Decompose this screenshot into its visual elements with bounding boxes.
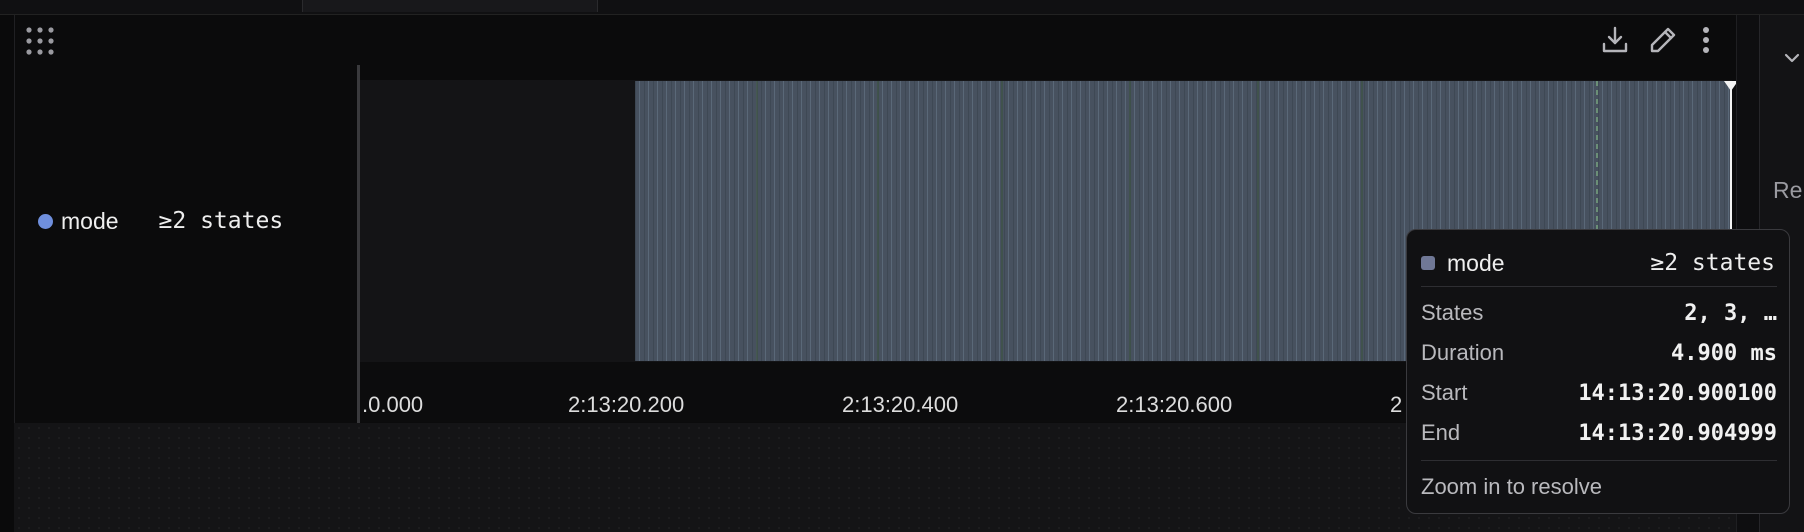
axis-tick-label: 2 [1390,392,1403,417]
tooltip-divider [1421,286,1777,287]
axis-tick-label: 2:13:20.200 [568,392,685,417]
tooltip-key: Start [1421,380,1468,405]
tooltip-value: 4.900 ms [1671,340,1777,366]
tooltip-key: States [1421,300,1484,325]
tooltip-row: States 2, 3, … [1421,298,1777,328]
hover-tooltip: mode ≥2 states States 2, 3, … Duration 4… [1406,229,1790,514]
tooltip-row: Duration 4.900 ms [1421,338,1777,368]
tooltip-value: 2, 3, … [1684,300,1777,326]
tooltip-value: 14:13:20.904999 [1578,420,1777,446]
tooltip-swatch [1421,256,1435,270]
tooltip-states-label: ≥2 states [1650,250,1775,276]
tooltip-row: Start 14:13:20.900100 [1421,378,1777,408]
right-panel-heading: Re [1773,177,1803,203]
axis-tick-label: .0.000 [362,392,424,417]
tooltip-header: mode ≥2 states [1421,246,1775,280]
chevron-down-icon[interactable] [1783,51,1801,65]
axis-tick-label: 2:13:20.400 [842,392,959,417]
tooltip-row: End 14:13:20.904999 [1421,418,1777,448]
tooltip-value: 14:13:20.900100 [1578,380,1777,406]
tooltip-divider [1421,460,1777,461]
tooltip-key: Duration [1421,340,1505,365]
tooltip-key: End [1421,420,1461,445]
tooltip-series-name: mode [1447,249,1505,276]
tooltip-footer: Zoom in to resolve [1421,474,1602,499]
axis-tick-label: 2:13:20.600 [1116,392,1233,417]
